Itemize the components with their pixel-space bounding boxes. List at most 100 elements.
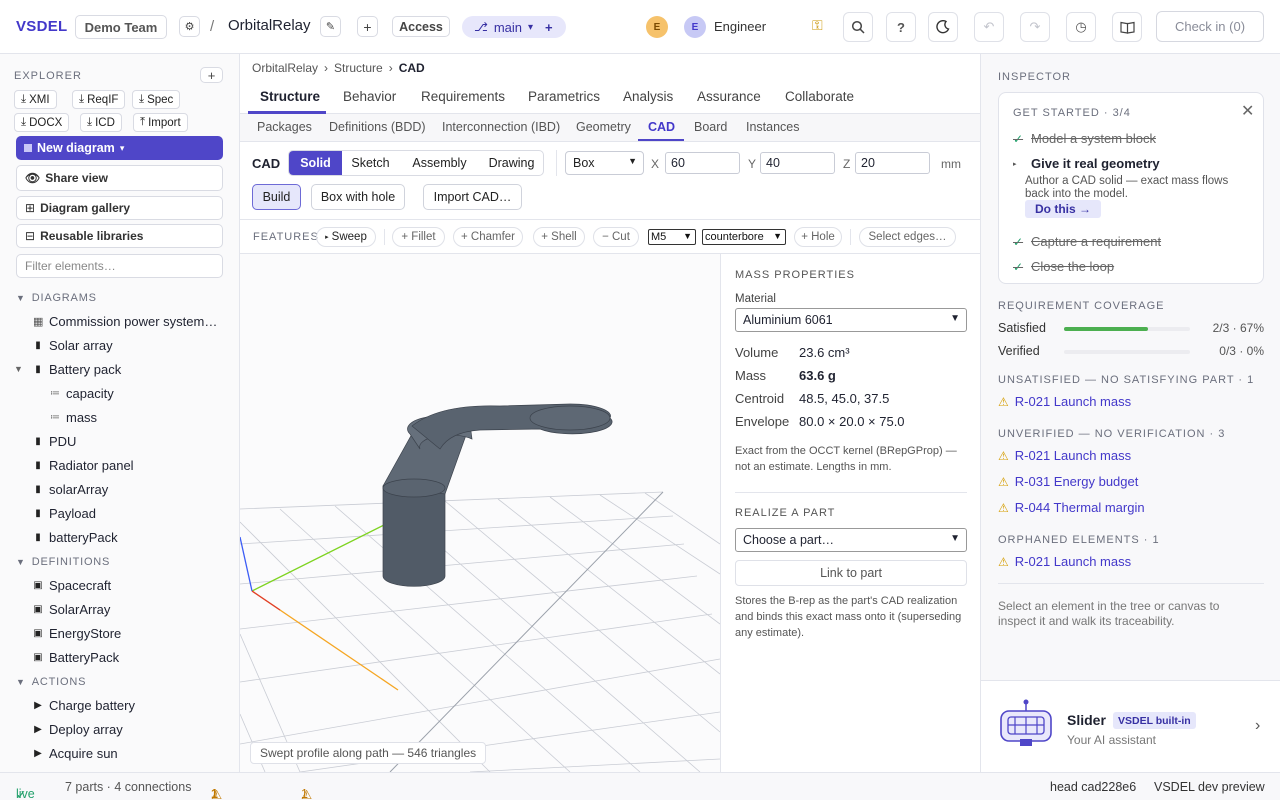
tree-item[interactable]: ▶ Acquire sun [33,746,118,761]
do-this-button[interactable]: Do this → [1025,200,1101,218]
tab-interconnection-ibd[interactable]: Interconnection (IBD) [442,120,560,134]
moon-icon[interactable] [928,12,958,42]
thread-size-select[interactable]: M5 ▼ [648,229,696,245]
diagrams-section-toggle[interactable]: ▼ DIAGRAMS [16,292,97,304]
viewport-canvas[interactable] [240,254,720,772]
new-diagram-button[interactable]: New diagram ▾ [16,136,223,160]
help-icon[interactable]: ? [886,12,916,42]
tree-item[interactable]: ≔ capacity [50,386,114,401]
breadcrumb-item[interactable]: OrbitalRelay [252,61,318,75]
edit-icon[interactable]: ✎ [320,16,341,37]
avatar[interactable]: E [684,16,706,38]
tree-item[interactable]: ▮ batteryPack [33,530,117,545]
tree-item[interactable]: ▮ Radiator panel [33,458,133,473]
requirement-link[interactable]: ⚠ R-021 Launch mass [998,394,1131,409]
onboarding-step-current[interactable]: ▸ Give it real geometry [1013,156,1160,171]
tab-cad[interactable]: CAD [648,120,675,134]
settings-icon[interactable]: ⚙ [179,16,200,37]
y-dimension-input[interactable]: 40 [760,152,835,174]
cad-viewport[interactable]: Swept profile along path — 546 triangles [240,254,720,772]
mode-drawing[interactable]: Drawing [480,151,543,175]
tab-packages[interactable]: Packages [257,120,312,134]
search-icon[interactable] [843,12,873,42]
tab-collaborate[interactable]: Collaborate [785,89,854,104]
mode-sketch[interactable]: Sketch [342,151,399,175]
tree-item[interactable]: ▶ Deploy array [33,722,123,737]
tree-item[interactable]: ▣ SolarArray [33,602,110,617]
onboarding-step[interactable]: ✓ Model a system block [1013,131,1156,146]
tree-item[interactable]: ▦ Commission power system… [33,314,217,329]
export-icd-button[interactable]: ⤓ ICD [80,113,122,132]
import-cad-button[interactable]: Import CAD… [423,184,522,210]
link-to-part-button[interactable]: Link to part [735,560,967,586]
x-dimension-input[interactable]: 60 [665,152,740,174]
shell-button[interactable]: + Shell [533,227,585,247]
access-button[interactable]: Access [392,16,450,37]
close-icon[interactable]: ✕ [1241,101,1254,121]
material-select[interactable]: Aluminium 6061 ▼ [735,308,967,332]
tree-item[interactable]: ▮ solarArray [33,482,108,497]
tab-structure[interactable]: Structure [260,89,320,104]
filter-input[interactable]: Filter elements… [16,254,223,278]
key-icon[interactable]: ⚿ [812,17,823,34]
box-with-hole-button[interactable]: Box with hole [311,184,405,210]
tab-requirements[interactable]: Requirements [421,89,505,104]
plus-icon[interactable]: + [545,20,553,35]
build-button[interactable]: Build [252,184,301,210]
tab-geometry[interactable]: Geometry [576,120,631,134]
export-xmi-button[interactable]: ⤓ XMI [14,90,57,109]
tree-item[interactable]: ▶ Charge battery [33,698,135,713]
check-in-button[interactable]: Check in (0) [1156,11,1264,42]
primitive-select[interactable]: Box ▼ [565,151,644,175]
fillet-button[interactable]: + Fillet [392,227,445,247]
tree-item[interactable]: ▮ Solar array [33,338,112,353]
tree-item[interactable]: ▮ Payload [33,506,96,521]
tree-item[interactable]: ▮ Battery pack [33,362,121,377]
ai-assistant-card[interactable]: Slider VSDEL built-in Your AI assistant … [981,680,1280,772]
sweep-feature[interactable]: ▸ Sweep [316,227,376,247]
user-role[interactable]: Engineer [714,19,766,34]
team-switcher[interactable]: Demo Team [75,15,167,39]
tree-item[interactable]: ▣ Spacecraft [33,578,111,593]
tab-assurance[interactable]: Assurance [697,89,761,104]
actions-section-toggle[interactable]: ▼ ACTIONS [16,676,86,688]
hole-type-select[interactable]: counterbore ▼ [702,229,786,245]
tab-definitions-bdd[interactable]: Definitions (BDD) [329,120,426,134]
tab-analysis[interactable]: Analysis [623,89,673,104]
avatar[interactable]: E [646,16,668,38]
hole-button[interactable]: + Hole [794,227,842,247]
tree-item[interactable]: ▣ BatteryPack [33,650,119,665]
select-edges-button[interactable]: Select edges… [859,227,956,247]
definitions-section-toggle[interactable]: ▼ DEFINITIONS [16,556,110,568]
add-element-button[interactable]: + [200,67,223,83]
project-name[interactable]: OrbitalRelay [228,17,311,34]
plus-icon[interactable]: + [357,16,378,37]
book-icon[interactable] [1112,12,1142,42]
diagram-gallery-button[interactable]: ⊞ Diagram gallery [16,196,223,220]
export-reqif-button[interactable]: ⤓ ReqIF [72,90,126,109]
tab-board[interactable]: Board [694,120,727,134]
requirement-link[interactable]: ⚠ R-021 Launch mass [998,448,1131,463]
tree-item[interactable]: ▮ PDU [33,434,76,449]
part-select[interactable]: Choose a part… ▼ [735,528,967,552]
chevron-down-icon[interactable]: ▼ [14,364,23,374]
requirement-link[interactable]: ⚠ R-031 Energy budget [998,474,1138,489]
tree-item[interactable]: ≔ mass [50,410,97,425]
export-spec-button[interactable]: ⤓ Spec [132,90,181,109]
redo-icon[interactable]: ↷ [1020,12,1050,42]
onboarding-step[interactable]: ✓ Close the loop [1013,259,1114,274]
branch-selector[interactable]: ⎇ main ▾ + [462,16,566,38]
history-icon[interactable]: ◷ [1066,12,1096,42]
requirement-link[interactable]: ⚠ R-044 Thermal margin [998,500,1145,515]
app-logo[interactable]: VSDEL [16,18,68,35]
requirement-link[interactable]: ⚠ R-021 Launch mass [998,554,1131,569]
breadcrumb-item[interactable]: Structure [334,61,383,75]
onboarding-step[interactable]: ✓ Capture a requirement [1013,234,1161,249]
undo-icon[interactable]: ↶ [974,12,1004,42]
reusable-libraries-button[interactable]: ⊟ Reusable libraries [16,224,223,248]
cut-button[interactable]: − Cut [593,227,639,247]
export-docx-button[interactable]: ⤓ DOCX [14,113,70,132]
share-view-button[interactable]: 👁 Share view [16,165,223,191]
tree-item[interactable]: ▣ EnergyStore [33,626,121,641]
tab-parametrics[interactable]: Parametrics [528,89,600,104]
